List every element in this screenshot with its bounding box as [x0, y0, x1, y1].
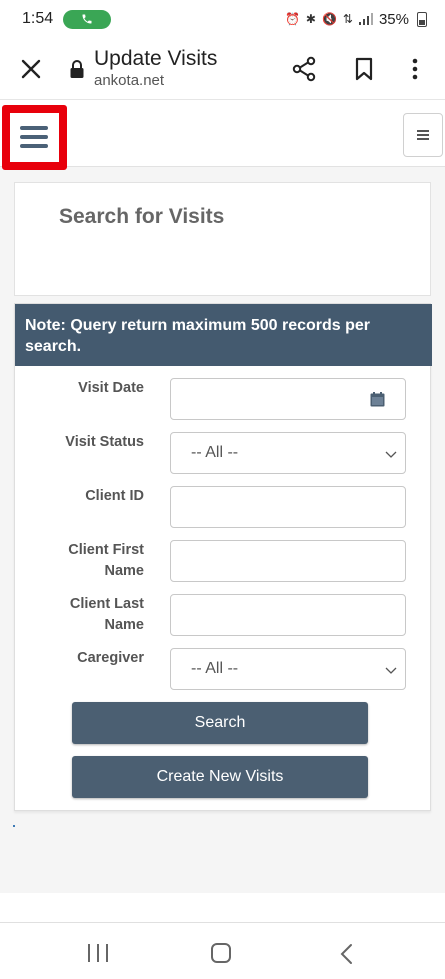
bookmark-button[interactable]: [349, 54, 379, 84]
alarm-icon: ⏰: [284, 12, 300, 26]
visit-status-label: Visit Status: [65, 434, 144, 450]
client-first-name-input[interactable]: [170, 540, 406, 582]
query-note-banner: Note: Query return maximum 500 records p…: [15, 304, 432, 366]
visit-date-label: Visit Date: [78, 380, 144, 396]
mute-icon: 🔇: [321, 12, 337, 26]
chevron-down-icon: [385, 451, 397, 458]
search-button[interactable]: Search: [72, 702, 368, 744]
hamburger-icon: [20, 121, 48, 153]
page-title-area[interactable]: Update Visits ankota.net: [94, 47, 264, 90]
client-first-name-label-line2: Name: [104, 563, 145, 579]
nav-toggle-button[interactable]: [403, 113, 443, 157]
page-url: ankota.net: [94, 72, 165, 89]
web-page: Search for Visits Note: Query return max…: [0, 101, 445, 893]
more-vertical-icon: [412, 58, 418, 80]
share-icon: [292, 56, 316, 82]
client-last-name-label-line1: Client Last: [69, 596, 144, 612]
client-last-name-label-line2: Name: [104, 617, 145, 633]
page-title: Update Visits: [94, 47, 218, 70]
status-bar: 1:54 ⏰ ✱ 🔇 ⇅ 35%: [0, 0, 445, 38]
wifi-icon: ⇅: [342, 12, 353, 26]
visit-date-input[interactable]: [170, 378, 406, 420]
close-icon: [21, 59, 41, 78]
signal-icon: [358, 13, 373, 25]
battery-icon: [417, 11, 427, 27]
share-button[interactable]: [289, 54, 319, 84]
browser-bottom-strip: [0, 893, 445, 923]
lock-icon: [70, 59, 84, 78]
recent-apps-button[interactable]: [88, 944, 108, 962]
close-tab-button[interactable]: [16, 54, 46, 84]
search-header-card: Search for Visits: [14, 182, 431, 296]
client-id-input[interactable]: [170, 486, 406, 528]
client-id-label: Client ID: [85, 488, 144, 504]
calendar-icon[interactable]: [370, 392, 385, 407]
menu-icon: [417, 128, 429, 142]
site-header: [0, 101, 445, 170]
create-new-visits-button[interactable]: Create New Visits: [72, 756, 368, 798]
screen: 1:54 ⏰ ✱ 🔇 ⇅ 35% Update Visits ankota.ne…: [0, 0, 445, 979]
decorative-dot: [13, 825, 15, 827]
caregiver-select[interactable]: -- All --: [170, 648, 406, 690]
bluetooth-icon: ✱: [305, 12, 316, 26]
visit-status-value: -- All --: [191, 444, 239, 461]
caregiver-label: Caregiver: [77, 650, 144, 666]
visit-status-select[interactable]: -- All --: [170, 432, 406, 474]
main-menu-button[interactable]: [14, 117, 54, 157]
status-icons: ⏰ ✱ 🔇 ⇅ 35%: [285, 11, 427, 28]
browser-toolbar: Update Visits ankota.net: [0, 38, 445, 100]
site-info-button[interactable]: [68, 58, 86, 80]
home-button[interactable]: [211, 943, 231, 963]
battery-percent: 35%: [378, 10, 409, 28]
system-nav-bar: [0, 924, 445, 979]
client-first-name-label: Client First Name: [24, 540, 144, 582]
bookmark-icon: [355, 57, 373, 81]
caregiver-value: -- All --: [191, 660, 239, 677]
chevron-down-icon: [385, 667, 397, 674]
client-last-name-label: Client Last Name: [24, 594, 144, 636]
search-title: Search for Visits: [59, 205, 225, 228]
back-button[interactable]: [338, 943, 354, 965]
ongoing-call-indicator[interactable]: [63, 9, 112, 29]
status-time: 1:54: [22, 10, 54, 27]
more-options-button[interactable]: [402, 54, 428, 84]
client-first-name-label-line1: Client First: [68, 542, 144, 558]
search-form: Note: Query return maximum 500 records p…: [14, 303, 432, 811]
phone-icon: [82, 14, 92, 24]
client-last-name-input[interactable]: [170, 594, 406, 636]
